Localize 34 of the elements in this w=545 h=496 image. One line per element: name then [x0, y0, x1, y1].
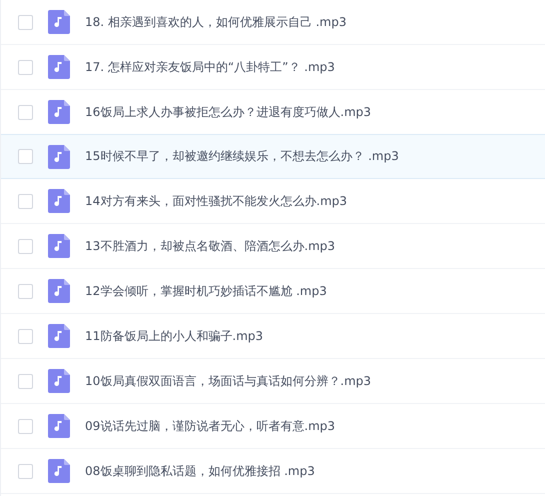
music-file-icon: [48, 189, 70, 213]
checkbox[interactable]: [18, 104, 33, 120]
file-name: 10饭局真假双面语言，场面话与真话如何分辨？.mp3: [85, 372, 372, 390]
music-file-icon: [48, 10, 70, 34]
checkbox[interactable]: [18, 14, 33, 30]
file-name: 13不胜酒力，却被点名敬酒、陪酒怎么办.mp3: [85, 238, 336, 254]
file-name: 17. 怎样应对亲友饭局中的“八卦特工”？ .mp3: [85, 58, 335, 76]
file-name: 09说话先过脑，谨防说者无心，听者有意.mp3: [85, 418, 336, 434]
music-file-icon: [48, 459, 70, 483]
checkbox[interactable]: [18, 328, 33, 344]
file-name: 14对方有来头，面对性骚扰不能发火怎么办.mp3: [85, 192, 348, 210]
music-file-icon: [48, 324, 70, 348]
music-file-icon: [48, 279, 70, 303]
music-file-icon: [48, 414, 70, 438]
checkbox[interactable]: [18, 418, 33, 434]
file-name: 15时候不早了，却被邀约继续娱乐，不想去怎么办？ .mp3: [85, 148, 399, 165]
music-file-icon: [48, 234, 70, 258]
file-name: 18. 相亲遇到喜欢的人，如何优雅展示自己 .mp3: [85, 14, 346, 30]
music-file-icon: [48, 144, 70, 168]
checkbox[interactable]: [18, 374, 33, 388]
file-name: 11防备饭局上的小人和骗子.mp3: [85, 328, 264, 344]
music-file-icon: [48, 55, 70, 79]
file-name: 16饭局上求人办事被拒怎么办？进退有度巧做人.mp3: [85, 104, 372, 120]
file-name: 08饭桌聊到隐私话题，如何优雅接招 .mp3: [85, 462, 315, 480]
checkbox[interactable]: [18, 149, 33, 164]
checkbox[interactable]: [18, 284, 33, 298]
file-row[interactable]: 15时候不早了，却被邀约继续娱乐，不想去怎么办？ .mp3: [1, 134, 545, 179]
file-name: 12学会倾听，掌握时机巧妙插话不尴尬 .mp3: [85, 282, 327, 300]
checkbox[interactable]: [18, 60, 33, 74]
music-file-icon: [48, 100, 70, 124]
music-file-icon: [48, 369, 70, 393]
checkbox[interactable]: [18, 238, 33, 254]
checkbox[interactable]: [18, 464, 33, 478]
checkbox[interactable]: [18, 194, 33, 208]
